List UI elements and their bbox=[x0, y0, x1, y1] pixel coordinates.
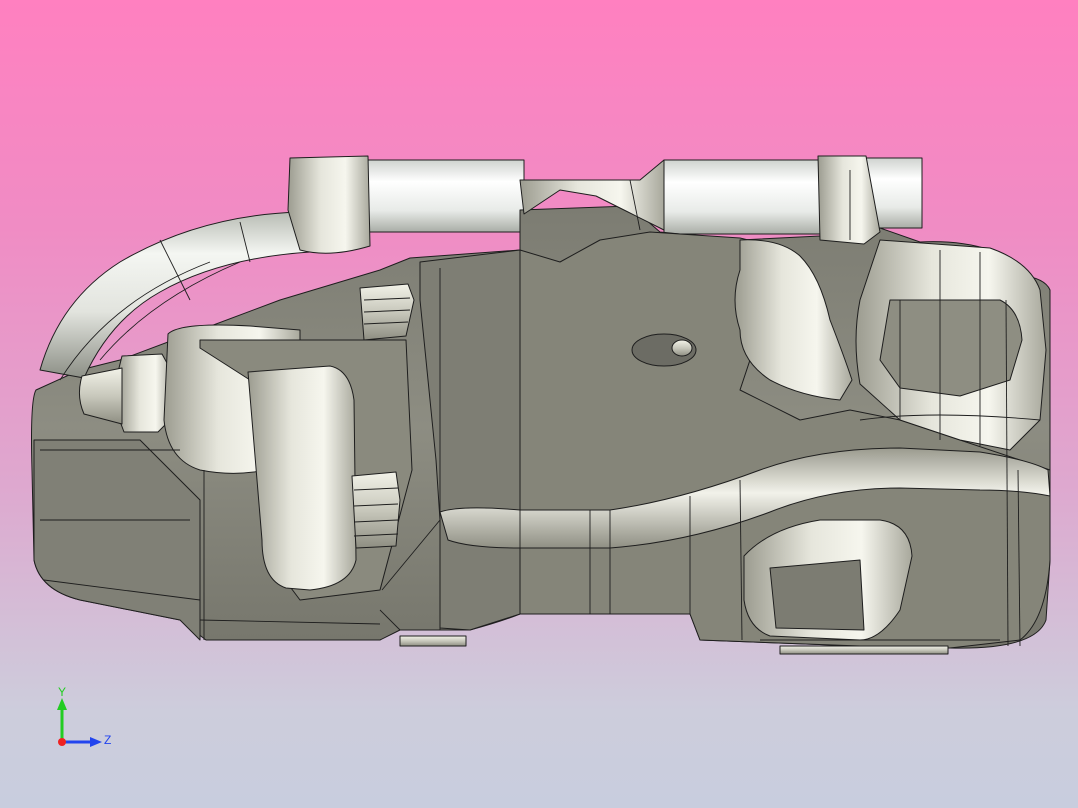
hose-fitting-top bbox=[287, 155, 371, 254]
piston-pocket-highlight bbox=[247, 365, 357, 591]
z-axis-arrow bbox=[90, 737, 102, 747]
caliper-model[interactable] bbox=[0, 0, 1078, 808]
y-axis-arrow bbox=[57, 698, 67, 710]
mounting-hole-bolt bbox=[671, 339, 693, 357]
guide-pin-right bbox=[663, 159, 821, 235]
pad-window-inner bbox=[769, 559, 865, 631]
x-axis-dot bbox=[58, 738, 66, 746]
y-axis-label: Y bbox=[58, 685, 66, 699]
axis-triad: Y Z bbox=[44, 680, 124, 760]
bottom-tab-right bbox=[779, 645, 949, 655]
guide-pin-left bbox=[365, 159, 525, 233]
right-manifold-inner bbox=[879, 299, 1023, 397]
bottom-tab-left bbox=[399, 635, 467, 647]
z-axis-label: Z bbox=[104, 733, 111, 747]
ribbed-fitting-lower bbox=[351, 471, 401, 549]
3d-viewport[interactable]: Y Z bbox=[0, 0, 1078, 808]
